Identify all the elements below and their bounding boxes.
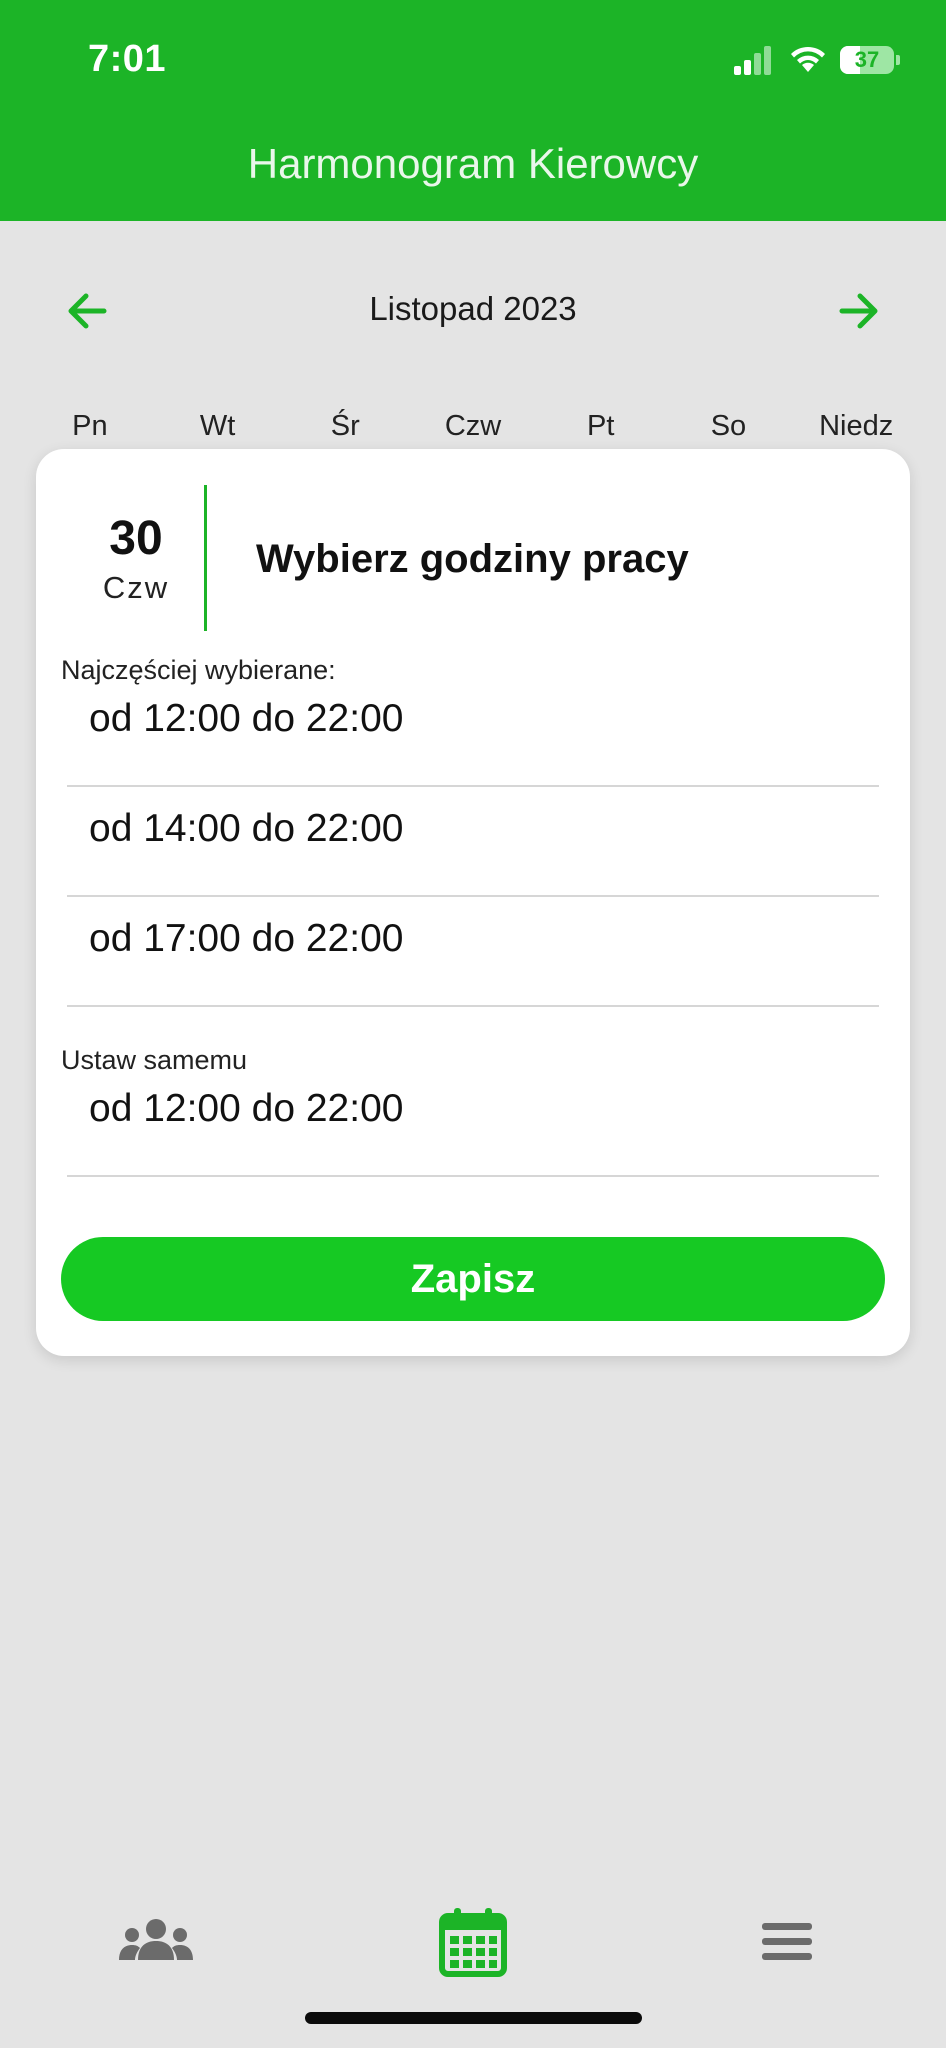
day-name: Czw — [102, 570, 170, 605]
battery-percent: 37 — [854, 47, 880, 72]
save-button[interactable]: Zapisz — [61, 1237, 885, 1321]
time-option[interactable]: od 12:00 do 22:00 — [67, 677, 879, 787]
menu-icon[interactable] — [760, 1920, 814, 1964]
weekday-header: Pn Wt Śr Czw Pt So Niedz — [26, 410, 920, 450]
time-option-label: od 14:00 do 22:00 — [89, 807, 404, 850]
vertical-divider — [204, 485, 207, 631]
weekday-label: Wt — [199, 410, 236, 442]
weekday-label: Pn — [72, 410, 108, 442]
app-header: 7:01 37 Harmonogram Kierowcy — [0, 0, 946, 221]
battery-cap — [896, 55, 900, 65]
custom-time-field[interactable]: od 12:00 do 22:00 — [67, 1067, 879, 1177]
weekday-label: Pt — [587, 410, 615, 442]
status-time: 7:01 — [88, 38, 167, 80]
time-option-label: od 12:00 do 22:00 — [89, 697, 404, 740]
weekday-label: Czw — [444, 410, 502, 442]
bottom-tab-bar — [0, 1880, 946, 2000]
selected-day: 30 Czw — [76, 511, 196, 606]
arrow-right-icon[interactable] — [836, 288, 882, 334]
time-option[interactable]: od 14:00 do 22:00 — [67, 787, 879, 897]
page-title: Harmonogram Kierowcy — [247, 140, 699, 187]
weekday-label: Niedz — [819, 410, 894, 442]
people-icon[interactable] — [118, 1916, 194, 1970]
weekday-label: So — [710, 410, 747, 442]
dialog-title: Wybierz godziny pracy — [256, 537, 689, 581]
month-navigation: Listopad 2023 — [0, 280, 946, 340]
calendar-icon[interactable] — [438, 1906, 508, 1978]
wifi-icon — [791, 46, 825, 72]
month-label: Listopad 2023 — [369, 290, 577, 327]
home-indicator — [305, 2012, 642, 2024]
time-option-label: od 17:00 do 22:00 — [89, 917, 404, 960]
time-option[interactable]: od 17:00 do 22:00 — [67, 897, 879, 1007]
day-number: 30 — [109, 512, 163, 565]
custom-time-value: od 12:00 do 22:00 — [89, 1087, 404, 1130]
cellular-signal-icon — [734, 46, 771, 75]
weekday-label: Śr — [330, 410, 360, 442]
battery-icon: 37 — [840, 46, 894, 74]
work-hours-dialog: 30 Czw Wybierz godziny pracy Najczęściej… — [36, 449, 910, 1356]
